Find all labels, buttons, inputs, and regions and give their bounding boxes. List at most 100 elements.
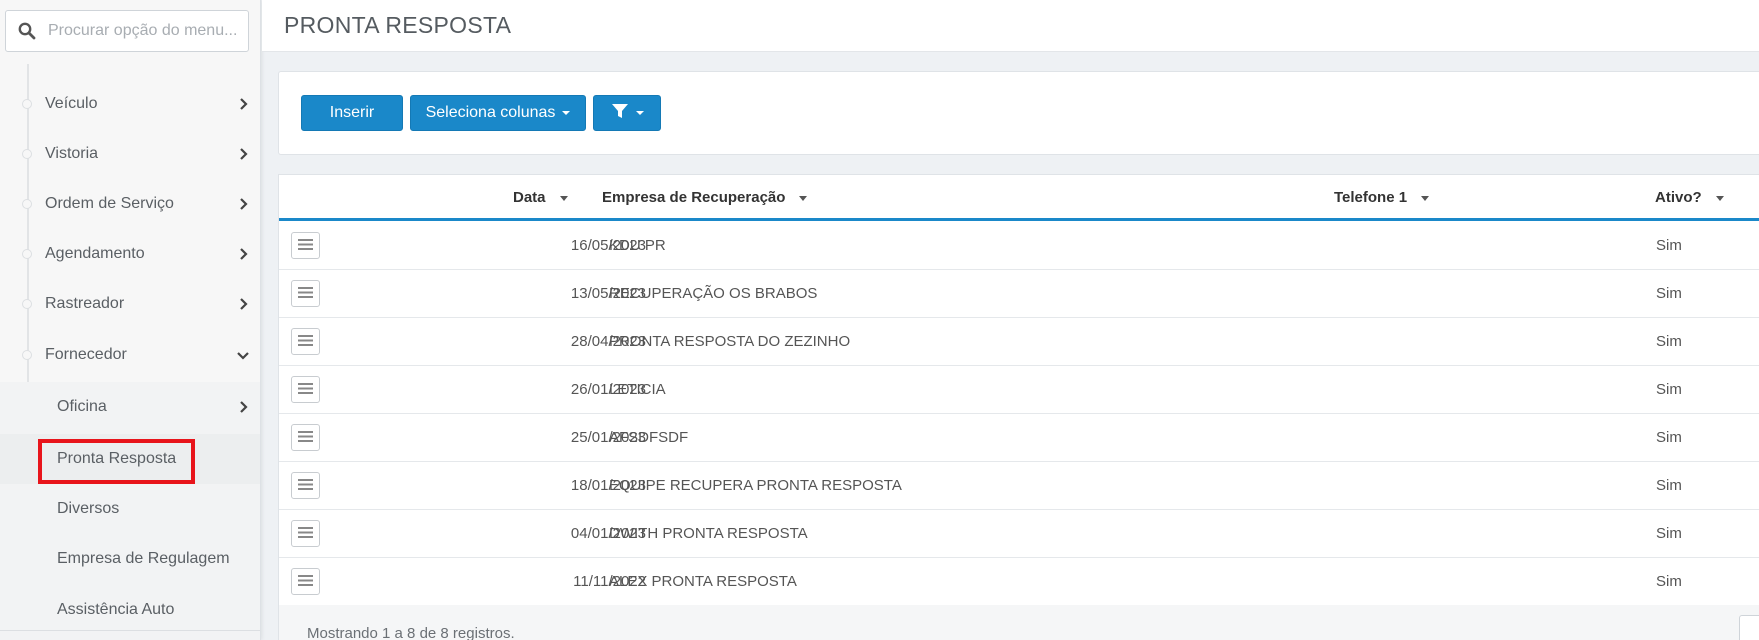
sidebar-item-veiculo[interactable]: Veículo (0, 79, 260, 129)
highlight-box (38, 439, 195, 484)
search-icon (6, 11, 48, 51)
sidebar-item-ordem-de-servico[interactable]: Ordem de Serviço (0, 179, 260, 229)
row-menu-button[interactable] (291, 328, 320, 355)
records-count-text: Mostrando 1 a 8 de 8 registros. (307, 625, 515, 640)
column-header-label: Telefone 1 (1334, 189, 1408, 206)
chevron-right-icon (236, 297, 250, 311)
table-row: 16/05/2023 KDU PR Sim (279, 222, 1759, 270)
sidebar-item-label: Fornecedor (45, 346, 127, 363)
sort-caret-icon (559, 195, 568, 201)
column-header-label: Data (513, 189, 546, 206)
row-menu-button[interactable] (291, 232, 320, 259)
sidebar-item-vistoria[interactable]: Vistoria (0, 129, 260, 179)
table-row: 04/01/2023 DWITH PRONTA RESPOSTA Sim (279, 510, 1759, 558)
table-row: 25/01/2023 AFSDFSDF Sim (279, 414, 1759, 462)
cell-ativo: Sim (1656, 429, 1682, 446)
sidebar-item-label: Agendamento (45, 245, 145, 262)
table-footer: Mostrando 1 a 8 de 8 registros. (279, 605, 1759, 640)
tree-node-dot (22, 199, 32, 209)
cell-empresa: PRONTA RESPOSTA DO ZEZINHO (609, 333, 851, 350)
filter-icon (611, 103, 629, 124)
pagination-button[interactable] (1739, 615, 1759, 640)
table-row: 13/05/2023 RECUPERAÇÃO OS BRABOS Sim (279, 270, 1759, 318)
column-header-empresa[interactable]: Empresa de Recuperação (602, 189, 808, 206)
cell-empresa: KDU PR (609, 237, 666, 254)
sidebar-item-agendamento[interactable]: Agendamento (0, 229, 260, 279)
tree-node-dot (22, 350, 32, 360)
menu-lines-icon (298, 429, 313, 447)
cell-ativo: Sim (1656, 477, 1682, 494)
row-menu-button[interactable] (291, 472, 320, 499)
cell-empresa: DWITH PRONTA RESPOSTA (609, 525, 808, 542)
chevron-right-icon (236, 147, 250, 161)
chevron-right-icon (236, 97, 250, 111)
row-menu-button[interactable] (291, 424, 320, 451)
chevron-right-icon (236, 400, 250, 414)
filter-button[interactable] (593, 95, 661, 131)
row-menu-button[interactable] (291, 280, 320, 307)
sidebar-item-label: Vistoria (45, 145, 99, 162)
toolbar-panel: Inserir Seleciona colunas (278, 71, 1759, 155)
sidebar-item-label: Rastreador (45, 295, 125, 312)
cell-empresa: AFSDFSDF (609, 429, 689, 446)
cell-ativo: Sim (1656, 285, 1682, 302)
select-columns-button[interactable]: Seleciona colunas (410, 95, 586, 131)
cell-empresa: LETICIA (609, 381, 666, 398)
select-columns-label: Seleciona colunas (425, 104, 556, 121)
cell-ativo: Sim (1656, 237, 1682, 254)
table-row: 11/11/2022 ALEX PRONTA RESPOSTA Sim (279, 558, 1759, 606)
sidebar-item-rastreador[interactable]: Rastreador (0, 279, 260, 329)
menu-lines-icon (298, 381, 313, 399)
sidebar-divider (0, 630, 260, 631)
sidebar-subitem-assistencia-auto[interactable]: Assistência Auto (0, 585, 260, 635)
sort-caret-icon (799, 195, 808, 201)
menu-lines-icon (298, 237, 313, 255)
cell-empresa: ALEX PRONTA RESPOSTA (609, 573, 797, 590)
cell-ativo: Sim (1656, 525, 1682, 542)
caret-down-icon (635, 111, 644, 115)
cell-ativo: Sim (1656, 573, 1682, 590)
tree-node-dot (22, 99, 32, 109)
sort-caret-icon (1421, 195, 1430, 201)
menu-search-box[interactable] (5, 10, 249, 52)
sidebar: Veículo Vistoria Ordem de Serviço Agenda… (0, 0, 261, 640)
cell-empresa: RECUPERAÇÃO OS BRABOS (609, 285, 818, 302)
menu-lines-icon (298, 285, 313, 303)
tree-node-dot (22, 249, 32, 259)
column-header-ativo[interactable]: Ativo? (1655, 189, 1724, 206)
row-menu-button[interactable] (291, 520, 320, 547)
chevron-right-icon (236, 247, 250, 261)
cell-ativo: Sim (1656, 381, 1682, 398)
column-header-data[interactable]: Data (513, 189, 568, 206)
sidebar-subitem-label: Assistência Auto (57, 601, 175, 618)
row-menu-button[interactable] (291, 376, 320, 403)
sidebar-item-label: Veículo (45, 95, 98, 112)
sidebar-subitem-label: Empresa de Regulagem (57, 550, 230, 567)
menu-search-input[interactable] (48, 12, 244, 50)
table-row: 26/01/2023 LETICIA Sim (279, 366, 1759, 414)
menu-lines-icon (298, 525, 313, 543)
sidebar-subitem-label: Oficina (57, 398, 107, 415)
row-menu-button[interactable] (291, 568, 320, 595)
insert-button[interactable]: Inserir (301, 95, 403, 131)
column-header-label: Empresa de Recuperação (602, 189, 786, 206)
cell-ativo: Sim (1656, 333, 1682, 350)
sidebar-subitem-empresa-de-regulagem[interactable]: Empresa de Regulagem (0, 534, 260, 584)
chevron-right-icon (236, 197, 250, 211)
sidebar-subitem-diversos[interactable]: Diversos (0, 484, 260, 534)
sort-caret-icon (1715, 195, 1724, 201)
sidebar-subitem-oficina[interactable]: Oficina (0, 382, 260, 432)
sidebar-item-fornecedor[interactable]: Fornecedor (0, 330, 260, 380)
sidebar-subitem-label: Diversos (57, 500, 120, 517)
tree-node-dot (22, 299, 32, 309)
page-title: PRONTA RESPOSTA (284, 12, 512, 38)
caret-down-icon (562, 111, 571, 115)
table-row: 18/01/2023 EQUIPE RECUPERA PRONTA RESPOST… (279, 462, 1759, 510)
menu-lines-icon (298, 333, 313, 351)
menu-lines-icon (298, 573, 313, 591)
records-table: Data Empresa de Recuperação Telefone 1 A… (278, 174, 1759, 640)
table-row: 28/04/2023 PRONTA RESPOSTA DO ZEZINHO Sim (279, 318, 1759, 366)
column-header-label: Ativo? (1655, 189, 1702, 206)
menu-lines-icon (298, 477, 313, 495)
column-header-telefone[interactable]: Telefone 1 (1334, 189, 1430, 206)
